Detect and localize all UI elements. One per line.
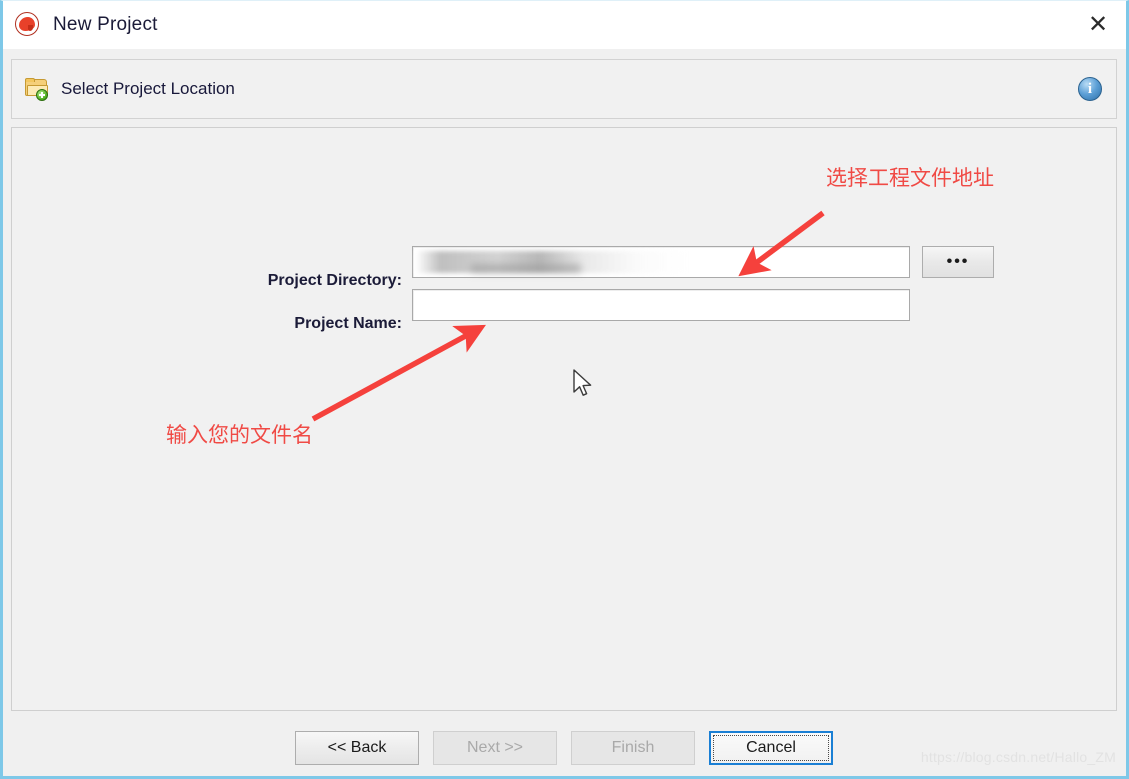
finish-button[interactable]: Finish [571,731,695,765]
finish-button-label: Finish [611,739,655,756]
project-directory-input[interactable] [412,246,910,278]
window-title: New Project [53,14,158,35]
new-folder-icon [25,78,51,101]
project-name-input[interactable] [412,289,910,321]
ellipsis-icon: ••• [946,253,970,270]
next-button-label: Next >> [466,739,524,756]
next-button[interactable]: Next >> [433,731,557,765]
qt-creator-icon [15,12,41,38]
watermark: https://blog.csdn.net/Hallo_ZM [920,749,1116,765]
close-button[interactable]: ✕ [1070,1,1126,47]
title-bar: New Project ✕ [3,1,1126,49]
page-header: Select Project Location i [11,59,1117,119]
back-button-label: << Back [327,739,387,756]
close-icon: ✕ [1087,10,1109,38]
cancel-button-label: Cancel [746,739,796,756]
project-name-label: Project Name: [294,315,402,332]
page-title: Select Project Location [61,79,235,98]
info-glyph: i [1087,80,1093,97]
back-button[interactable]: << Back [295,731,419,765]
browse-directory-button[interactable]: ••• [922,246,994,278]
info-icon[interactable]: i [1078,77,1102,101]
mouse-cursor [573,369,592,396]
annotation-select-directory: 选择工程文件地址 [826,166,994,190]
annotation-enter-filename: 输入您的文件名 [166,423,313,447]
project-directory-label: Project Directory: [267,272,402,289]
cancel-button[interactable]: Cancel [709,731,833,765]
new-project-dialog: New Project ✕ Select Project Location i … [0,0,1129,779]
redacted-path-overlay [416,251,686,273]
